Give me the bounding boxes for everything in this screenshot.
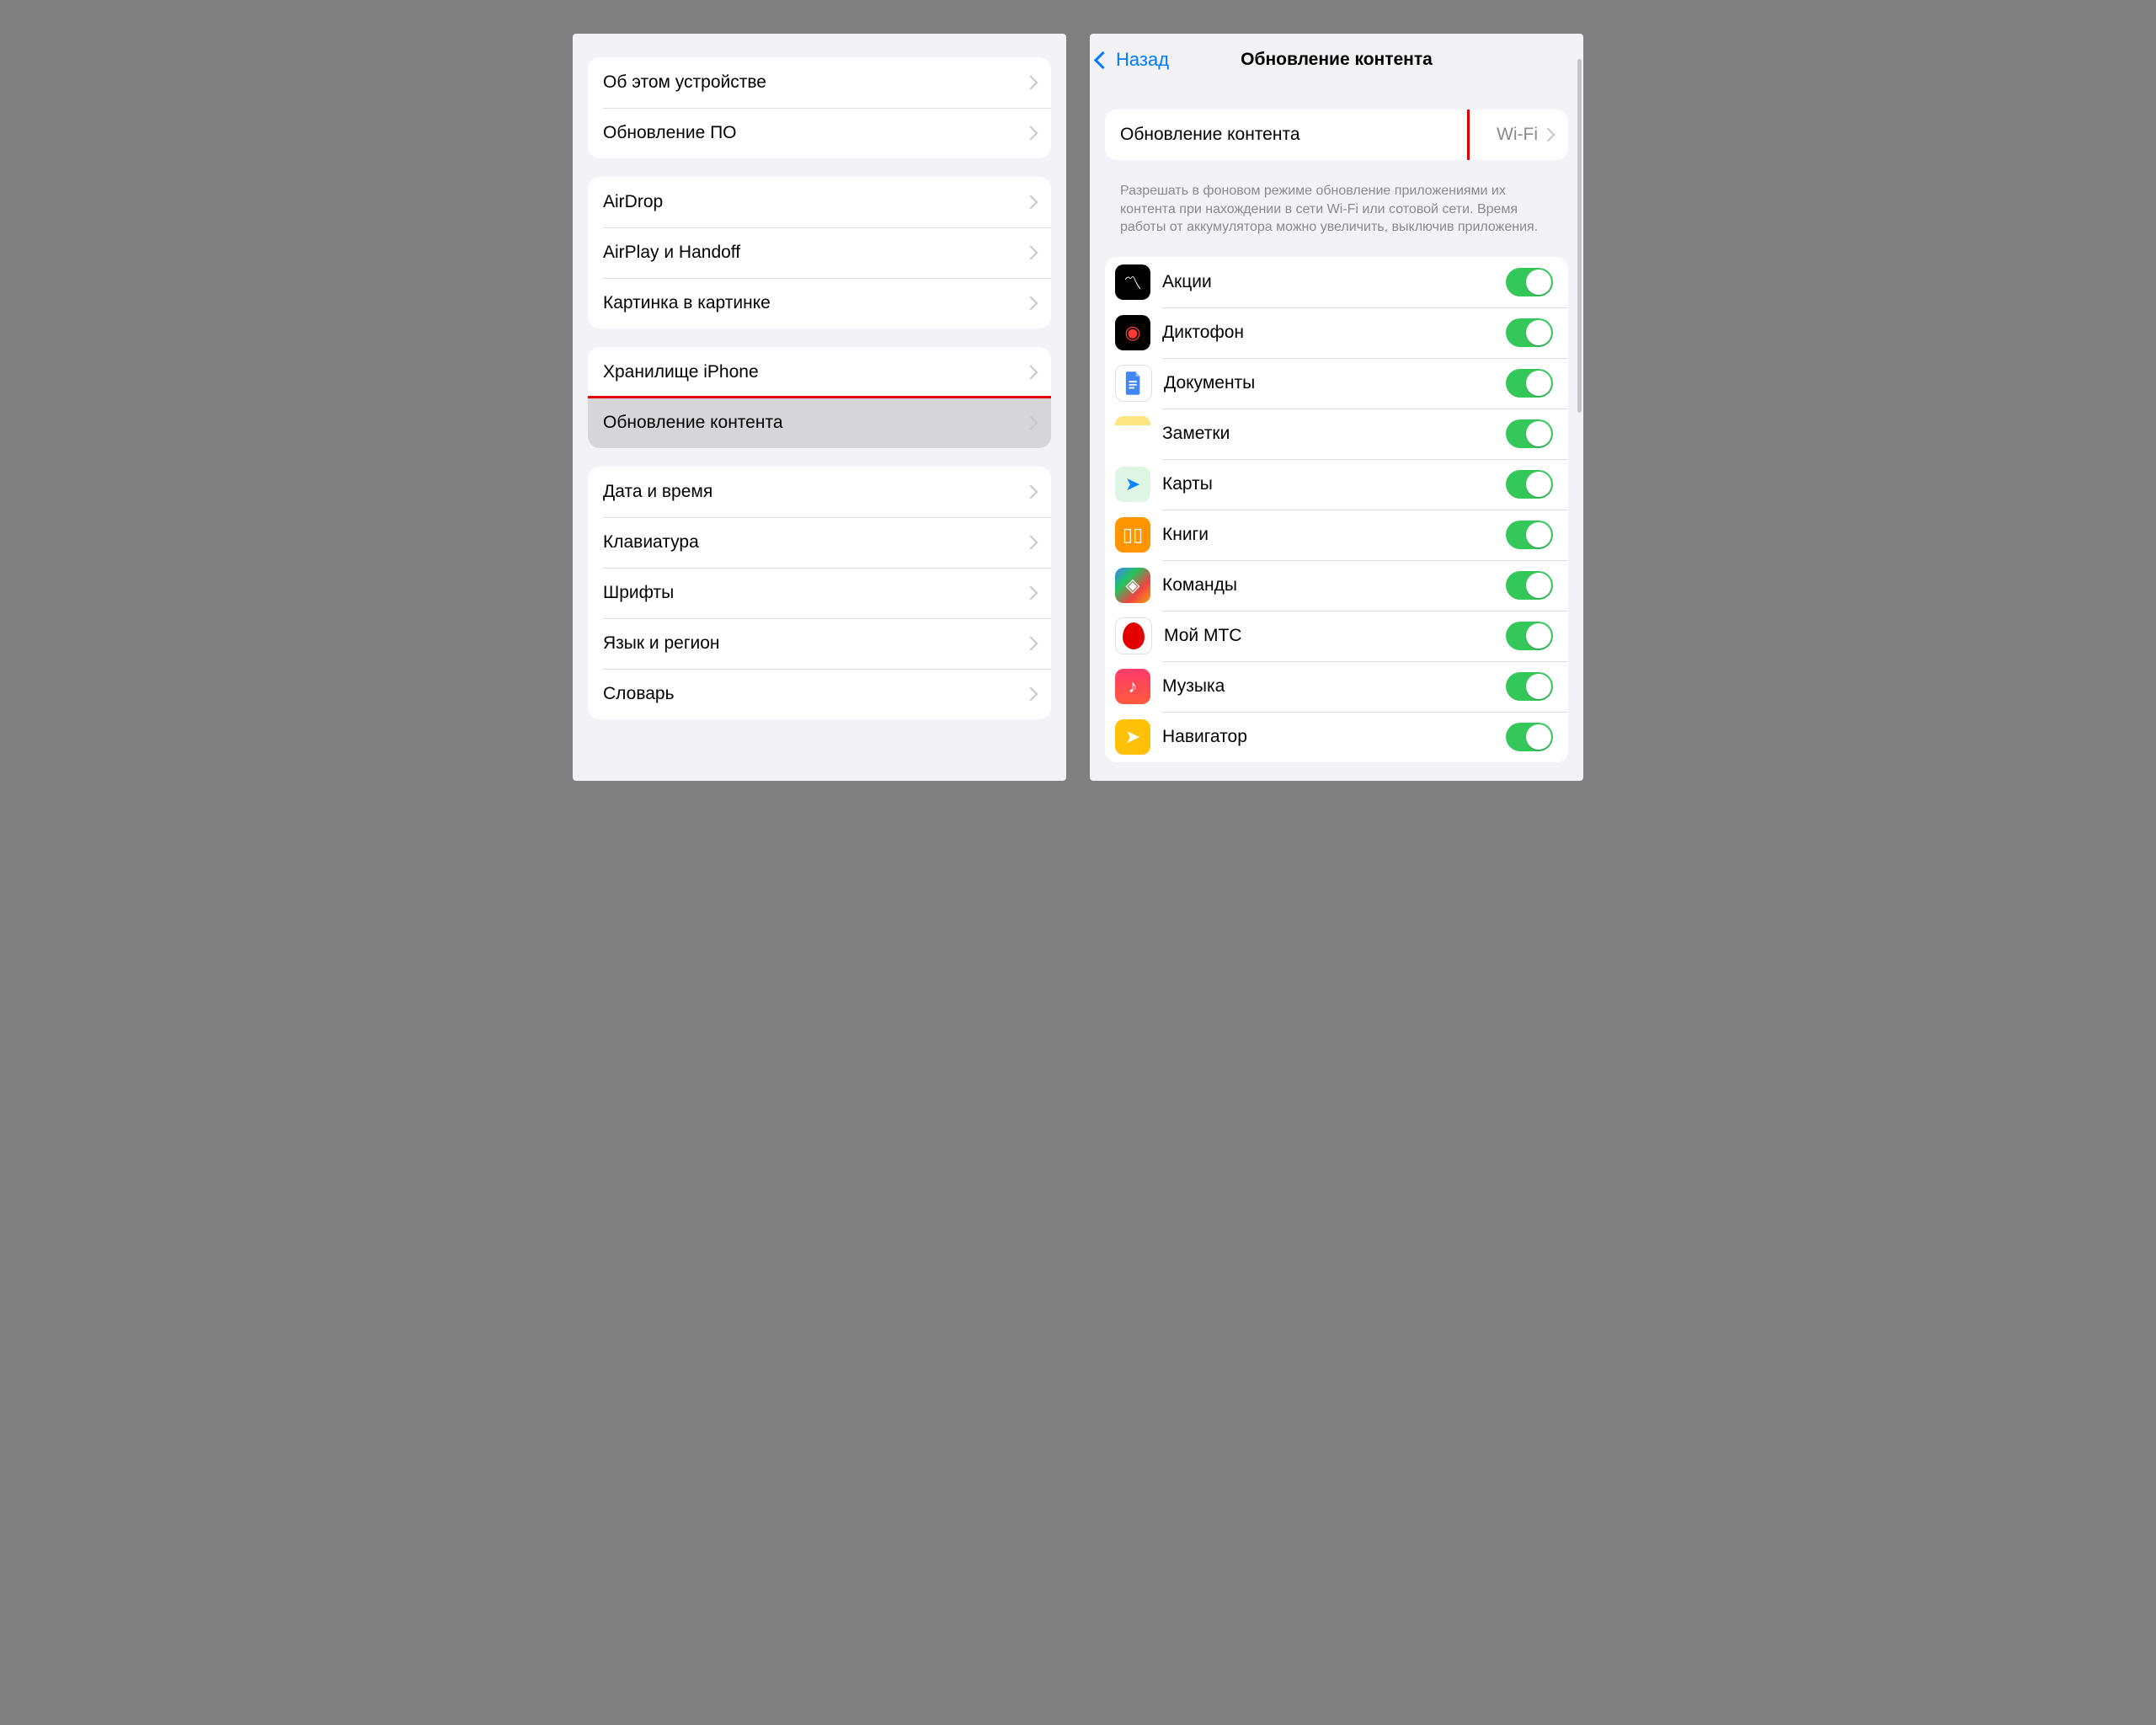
chevron-right-icon bbox=[1024, 246, 1038, 260]
chevron-right-icon bbox=[1024, 126, 1038, 141]
chevron-right-icon bbox=[1024, 536, 1038, 550]
app-row-mts: Мой МТС bbox=[1105, 611, 1568, 661]
group-refresh-mode: Обновление контента Wi-Fi bbox=[1105, 109, 1568, 160]
row-pip[interactable]: Картинка в картинке bbox=[588, 278, 1051, 328]
books-icon: ▯▯ bbox=[1115, 517, 1150, 553]
background-refresh-screen: Назад Обновление контента Обновление кон… bbox=[1090, 34, 1583, 781]
app-row-notes: Заметки bbox=[1105, 409, 1568, 459]
app-label: Команды bbox=[1162, 575, 1506, 595]
chevron-right-icon bbox=[1024, 637, 1038, 651]
group-apps: 〽︎ Акции ◉ Диктофон Документы bbox=[1105, 257, 1568, 762]
chevron-right-icon bbox=[1024, 416, 1038, 430]
row-software-update[interactable]: Обновление ПО bbox=[588, 108, 1051, 158]
toggle-maps[interactable] bbox=[1506, 470, 1553, 499]
row-label: AirPlay и Handoff bbox=[603, 243, 1026, 263]
row-label: Обновление ПО bbox=[603, 123, 1026, 143]
row-fonts[interactable]: Шрифты bbox=[588, 568, 1051, 618]
group-locale: Дата и время Клавиатура Шрифты Язык и ре… bbox=[588, 467, 1051, 719]
toggle-shortcuts[interactable] bbox=[1506, 571, 1553, 600]
group-about: Об этом устройстве Обновление ПО bbox=[588, 57, 1051, 158]
toggle-mts[interactable] bbox=[1506, 622, 1553, 650]
chevron-right-icon bbox=[1024, 687, 1038, 702]
group-sharing: AirDrop AirPlay и Handoff Картинка в кар… bbox=[588, 177, 1051, 328]
chevron-right-icon bbox=[1024, 485, 1038, 499]
chevron-right-icon bbox=[1024, 366, 1038, 380]
music-icon: ♪ bbox=[1115, 669, 1150, 704]
app-row-books: ▯▯ Книги bbox=[1105, 510, 1568, 560]
row-label: Дата и время bbox=[603, 482, 1026, 502]
row-refresh-mode[interactable]: Обновление контента Wi-Fi bbox=[1105, 109, 1568, 160]
group-storage: Хранилище iPhone Обновление контента bbox=[588, 347, 1051, 448]
chevron-right-icon bbox=[1024, 76, 1038, 90]
toggle-docs[interactable] bbox=[1506, 369, 1553, 398]
row-value: Wi-Fi bbox=[1497, 125, 1538, 145]
chevron-right-icon bbox=[1024, 195, 1038, 210]
app-label: Музыка bbox=[1162, 676, 1506, 697]
row-dictionary[interactable]: Словарь bbox=[588, 669, 1051, 719]
row-airplay-handoff[interactable]: AirPlay и Handoff bbox=[588, 227, 1051, 278]
app-label: Карты bbox=[1162, 474, 1506, 494]
row-label: Шрифты bbox=[603, 583, 1026, 603]
mts-icon bbox=[1115, 617, 1152, 654]
nav-bar: Назад Обновление контента bbox=[1090, 34, 1583, 86]
app-row-music: ♪ Музыка bbox=[1105, 661, 1568, 712]
row-language-region[interactable]: Язык и регион bbox=[588, 618, 1051, 669]
row-about-device[interactable]: Об этом устройстве bbox=[588, 57, 1051, 108]
navigator-icon: ➤ bbox=[1115, 719, 1150, 755]
row-label: Обновление контента bbox=[603, 413, 1026, 433]
settings-general-screen: Об этом устройстве Обновление ПО AirDrop… bbox=[573, 34, 1066, 781]
row-label: Язык и регион bbox=[603, 633, 1026, 654]
toggle-voice-memos[interactable] bbox=[1506, 318, 1553, 347]
row-label: AirDrop bbox=[603, 192, 1026, 212]
app-label: Акции bbox=[1162, 272, 1506, 292]
app-row-shortcuts: ◈ Команды bbox=[1105, 560, 1568, 611]
row-iphone-storage[interactable]: Хранилище iPhone bbox=[588, 347, 1051, 398]
app-label: Документы bbox=[1164, 373, 1506, 393]
app-label: Мой МТС bbox=[1164, 626, 1506, 646]
row-background-app-refresh[interactable]: Обновление контента bbox=[588, 398, 1051, 448]
voice-memos-icon: ◉ bbox=[1115, 315, 1150, 350]
row-label: Об этом устройстве bbox=[603, 72, 1026, 93]
footer-description: Разрешать в фоновом режиме обновление пр… bbox=[1105, 170, 1568, 237]
app-label: Навигатор bbox=[1162, 727, 1506, 747]
back-button[interactable]: Назад bbox=[1097, 49, 1169, 71]
row-label: Обновление контента bbox=[1120, 125, 1497, 145]
row-airdrop[interactable]: AirDrop bbox=[588, 177, 1051, 227]
row-keyboard[interactable]: Клавиатура bbox=[588, 517, 1051, 568]
row-label: Клавиатура bbox=[603, 532, 1026, 553]
app-row-stocks: 〽︎ Акции bbox=[1105, 257, 1568, 307]
toggle-navigator[interactable] bbox=[1506, 723, 1553, 751]
maps-icon: ➤ bbox=[1115, 467, 1150, 502]
chevron-right-icon bbox=[1024, 586, 1038, 601]
toggle-stocks[interactable] bbox=[1506, 268, 1553, 296]
scrollbar[interactable] bbox=[1577, 59, 1582, 413]
row-label: Картинка в картинке bbox=[603, 293, 1026, 313]
row-label: Словарь bbox=[603, 684, 1026, 704]
app-label: Заметки bbox=[1162, 424, 1506, 444]
app-row-maps: ➤ Карты bbox=[1105, 459, 1568, 510]
back-label: Назад bbox=[1116, 49, 1169, 71]
row-date-time[interactable]: Дата и время bbox=[588, 467, 1051, 517]
row-label: Хранилище iPhone bbox=[603, 362, 1026, 382]
shortcuts-icon: ◈ bbox=[1115, 568, 1150, 603]
toggle-music[interactable] bbox=[1506, 672, 1553, 701]
chevron-left-icon bbox=[1094, 51, 1112, 68]
chevron-right-icon bbox=[1541, 128, 1556, 142]
app-label: Диктофон bbox=[1162, 323, 1506, 343]
notes-icon bbox=[1115, 416, 1150, 451]
app-row-voice-memos: ◉ Диктофон bbox=[1105, 307, 1568, 358]
toggle-notes[interactable] bbox=[1506, 419, 1553, 448]
app-row-docs: Документы bbox=[1105, 358, 1568, 409]
stocks-icon: 〽︎ bbox=[1115, 264, 1150, 300]
app-label: Книги bbox=[1162, 525, 1506, 545]
app-row-navigator: ➤ Навигатор bbox=[1105, 712, 1568, 762]
google-docs-icon bbox=[1115, 365, 1152, 402]
chevron-right-icon bbox=[1024, 296, 1038, 311]
toggle-books[interactable] bbox=[1506, 521, 1553, 549]
